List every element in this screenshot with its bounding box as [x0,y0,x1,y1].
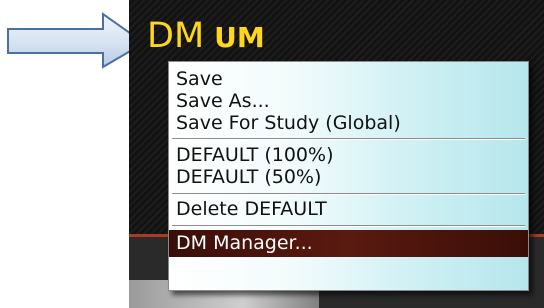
title-bar: DM UM [147,16,265,56]
menu-separator [172,225,525,227]
title-dm[interactable]: DM [147,16,204,56]
menu-item-save-as[interactable]: Save As... [176,90,524,112]
menu-separator [172,138,525,140]
menu-item-delete-default[interactable]: Delete DEFAULT [176,198,524,220]
menu-item-save[interactable]: Save [176,68,524,90]
title-um[interactable]: UM [214,18,265,58]
context-menu: Save Save As... Save For Study (Global) … [168,61,529,291]
menu-item-save-for-study[interactable]: Save For Study (Global) [176,112,524,134]
menu-separator [172,193,525,195]
pointer-arrow-icon [7,12,146,69]
menu-item-default-50[interactable]: DEFAULT (50%) [176,166,524,188]
menu-item-dm-manager[interactable]: DM Manager... [169,230,528,257]
menu-item-default-100[interactable]: DEFAULT (100%) [176,144,524,166]
